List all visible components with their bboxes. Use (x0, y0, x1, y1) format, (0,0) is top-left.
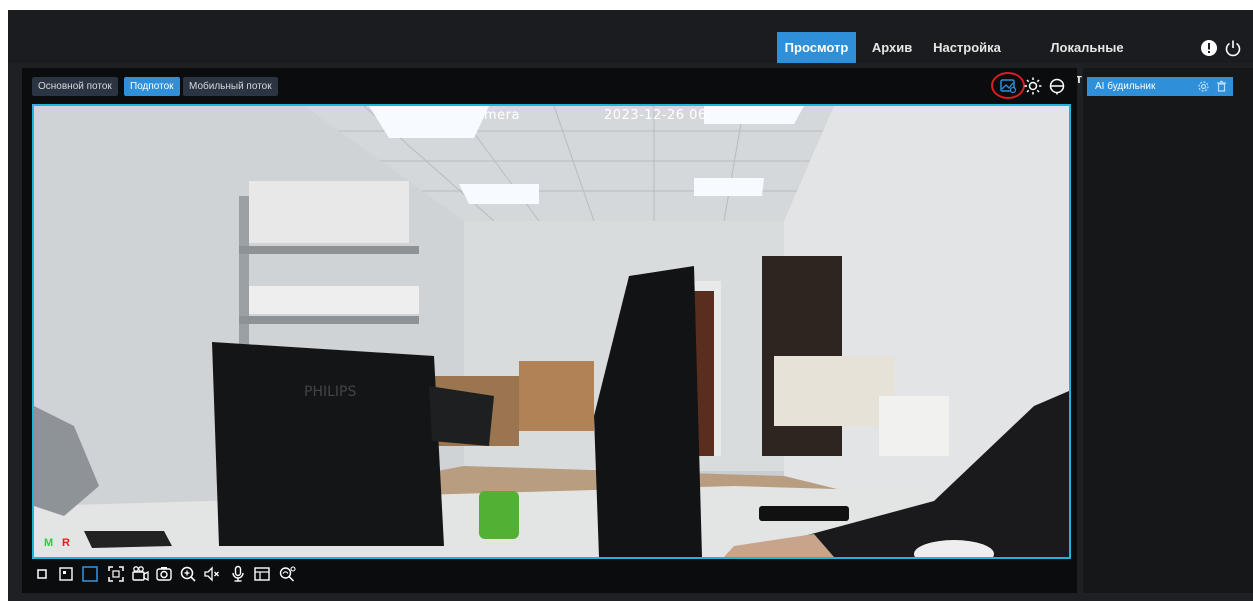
right-side-panel: AI будильник (1083, 68, 1253, 593)
tab-settings[interactable]: Настройка (931, 32, 1003, 63)
layout-icon[interactable] (252, 564, 272, 584)
live-view-panel: Основной поток Подпоток Мобильный поток (22, 68, 1077, 593)
ai-alarm-row[interactable]: AI будильник (1087, 77, 1233, 96)
top-nav-bar: Просмотр Архив Настройка Локальные настр… (8, 10, 1253, 86)
alert-icon[interactable] (1200, 39, 1218, 57)
tab-preview[interactable]: Просмотр (777, 32, 856, 63)
osd-datetime: 2023-12-26 06: (604, 108, 712, 123)
brightness-icon[interactable] (1023, 76, 1043, 96)
tab-local-settings[interactable]: Локальные настройки (1022, 32, 1152, 86)
app-window: Просмотр Архив Настройка Локальные настр… (8, 10, 1253, 601)
osd-camera-name: mera (484, 108, 520, 123)
settings-icon[interactable] (1197, 80, 1210, 93)
snapshot-icon[interactable] (154, 564, 174, 584)
quad-view-icon[interactable] (56, 564, 76, 584)
microphone-icon[interactable] (228, 564, 248, 584)
substream-button[interactable]: Подпоток (124, 77, 180, 96)
record-indicator: R (62, 537, 70, 549)
single-view-icon[interactable] (32, 564, 52, 584)
power-icon[interactable] (1224, 39, 1242, 57)
ai-search-icon[interactable] (277, 564, 297, 584)
tab-archive[interactable]: Архив (868, 32, 916, 63)
camera-scene: PHILIPS (34, 106, 1069, 557)
ai-alarm-label: AI будильник (1095, 81, 1156, 92)
record-icon[interactable] (130, 564, 150, 584)
monitor-brand: PHILIPS (304, 384, 356, 400)
main-stream-button[interactable]: Основной поток (32, 77, 118, 96)
fit-icon[interactable] (80, 564, 100, 584)
zoom-icon[interactable] (178, 564, 198, 584)
fullscreen-icon[interactable] (106, 564, 126, 584)
picture-settings-icon[interactable] (998, 76, 1018, 96)
camera-video-feed[interactable]: PHILIPS mera 2023-12-26 06: M R (32, 104, 1071, 559)
delete-icon[interactable] (1215, 80, 1228, 93)
bottom-toolbar (32, 564, 432, 586)
motion-indicator: M (44, 537, 54, 549)
mobile-stream-button[interactable]: Мобильный поток (183, 77, 278, 96)
ptz-icon[interactable] (1047, 76, 1067, 96)
mute-icon[interactable] (202, 564, 222, 584)
